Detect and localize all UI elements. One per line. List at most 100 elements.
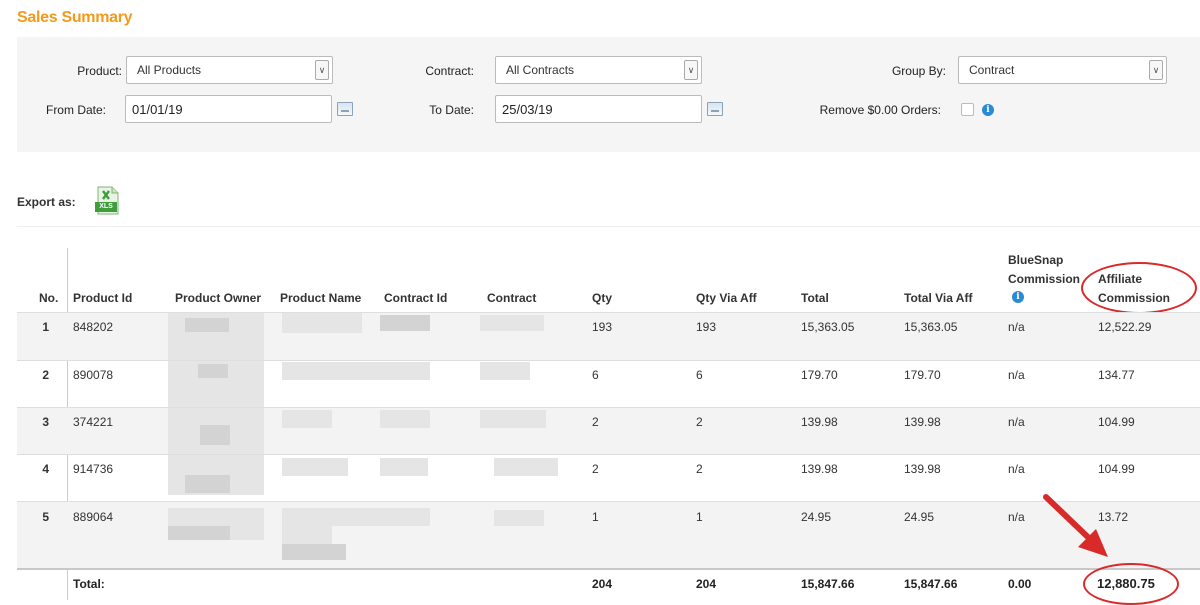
cell-bluesnap-commission: n/a [1008, 415, 1025, 429]
total-qty: 204 [592, 577, 613, 591]
chevron-down-icon: ∨ [684, 60, 698, 80]
redacted-block [185, 318, 229, 332]
header-qty-via-aff: Qty Via Aff [696, 291, 757, 305]
annotation-arrow [1043, 494, 1108, 557]
cell-qty-via-aff: 2 [696, 415, 703, 429]
redacted-contract-id [380, 315, 430, 331]
chevron-down-icon: ∨ [315, 60, 329, 80]
cell-bluesnap-commission: n/a [1008, 510, 1025, 524]
cell-affiliate-commission: 134.77 [1098, 368, 1135, 382]
redacted-contract [480, 362, 530, 380]
header-product-name: Product Name [280, 291, 362, 305]
redacted-contract [494, 458, 558, 476]
remove-zero-orders-checkbox[interactable] [961, 103, 974, 116]
redacted-name [282, 526, 332, 544]
cell-qty-via-aff: 6 [696, 368, 703, 382]
cell-affiliate-commission: 104.99 [1098, 462, 1135, 476]
filter-panel: Product: All Products ∨ Contract: All Co… [17, 37, 1200, 152]
cell-affiliate-commission: 104.99 [1098, 415, 1135, 429]
cell-total-via-aff: 15,363.05 [904, 320, 958, 334]
redacted-block [200, 425, 230, 445]
info-icon[interactable]: i [1012, 291, 1024, 303]
group-by-select-value: Contract [969, 63, 1015, 77]
cell-qty-via-aff: 2 [696, 462, 703, 476]
contract-select[interactable]: All Contracts ∨ [495, 56, 702, 84]
cell-no: 2 [42, 368, 49, 382]
cell-total: 139.98 [801, 462, 838, 476]
cell-qty: 2 [592, 462, 599, 476]
sales-table: No. Product Id Product Owner Product Nam… [0, 240, 1200, 605]
chevron-down-icon: ∨ [1149, 60, 1163, 80]
export-label: Export as: [17, 195, 76, 209]
cell-product-id: 890078 [73, 368, 114, 382]
redacted-name [282, 508, 430, 526]
header-bluesnap-commission-1: BlueSnap [1008, 253, 1064, 267]
page-title: Sales Summary [17, 9, 133, 26]
cell-total-via-aff: 139.98 [904, 415, 941, 429]
header-total-via-aff: Total Via Aff [904, 291, 973, 305]
header-qty: Qty [592, 291, 613, 305]
cell-qty-via-aff: 193 [696, 320, 717, 334]
cell-qty: 193 [592, 320, 613, 334]
redacted-block [185, 475, 230, 493]
header-product-owner: Product Owner [175, 291, 262, 305]
xls-export-icon[interactable]: XLS [94, 186, 120, 215]
to-date-input[interactable]: 25/03/19 [495, 95, 702, 123]
cell-bluesnap-commission: n/a [1008, 320, 1025, 334]
cell-qty: 2 [592, 415, 599, 429]
product-select-value: All Products [137, 63, 202, 77]
cell-product-id: 914736 [73, 462, 114, 476]
cell-total: 15,363.05 [801, 320, 855, 334]
group-by-label: Group By: [891, 64, 946, 78]
remove-zero-orders-label: Remove $0.00 Orders: [819, 103, 941, 117]
header-product-id: Product Id [73, 291, 133, 305]
cell-bluesnap-commission: n/a [1008, 368, 1025, 382]
redacted-block [168, 526, 230, 540]
redacted-name [282, 362, 430, 380]
total-qty-via-aff: 204 [696, 577, 717, 591]
annotation-circle [1081, 262, 1197, 314]
contract-label: Contract: [425, 64, 474, 78]
from-date-input[interactable]: 01/01/19 [125, 95, 332, 123]
cell-no: 3 [42, 415, 49, 429]
totals-divider [17, 568, 1200, 570]
group-by-select[interactable]: Contract ∨ [958, 56, 1167, 84]
header-total: Total [801, 291, 829, 305]
redacted-contract [480, 315, 544, 331]
cell-total-via-aff: 139.98 [904, 462, 941, 476]
cell-no: 5 [42, 510, 49, 524]
product-select[interactable]: All Products ∨ [126, 56, 333, 84]
redacted-contract-id [380, 458, 428, 476]
from-date-label: From Date: [45, 103, 106, 117]
cell-affiliate-commission: 12,522.29 [1098, 320, 1152, 334]
redacted-name [282, 313, 362, 333]
redacted-name [282, 410, 332, 428]
redacted-contract [480, 410, 546, 428]
cell-no: 1 [42, 320, 49, 334]
total-total-via-aff: 15,847.66 [904, 577, 958, 591]
cell-total-via-aff: 179.70 [904, 368, 941, 382]
cell-product-id: 848202 [73, 320, 114, 334]
calendar-icon[interactable] [337, 102, 353, 116]
cell-qty: 6 [592, 368, 599, 382]
contract-select-value: All Contracts [506, 63, 575, 77]
redacted-contract [494, 510, 544, 526]
header-contract: Contract [487, 291, 537, 305]
product-label: Product: [77, 64, 122, 78]
redacted-block [282, 544, 346, 560]
total-total: 15,847.66 [801, 577, 855, 591]
cell-product-id: 374221 [73, 415, 114, 429]
cell-product-id: 889064 [73, 510, 114, 524]
redacted-contract-id [380, 410, 430, 428]
cell-total-via-aff: 24.95 [904, 510, 935, 524]
cell-qty-via-aff: 1 [696, 510, 703, 524]
info-icon[interactable]: i [982, 104, 994, 116]
cell-no: 4 [42, 462, 49, 476]
header-no: No. [39, 291, 59, 305]
header-contract-id: Contract Id [384, 291, 448, 305]
redacted-name [282, 458, 348, 476]
totals-label: Total: [73, 577, 105, 591]
annotation-circle [1083, 563, 1179, 605]
cell-bluesnap-commission: n/a [1008, 462, 1025, 476]
calendar-icon[interactable] [707, 102, 723, 116]
